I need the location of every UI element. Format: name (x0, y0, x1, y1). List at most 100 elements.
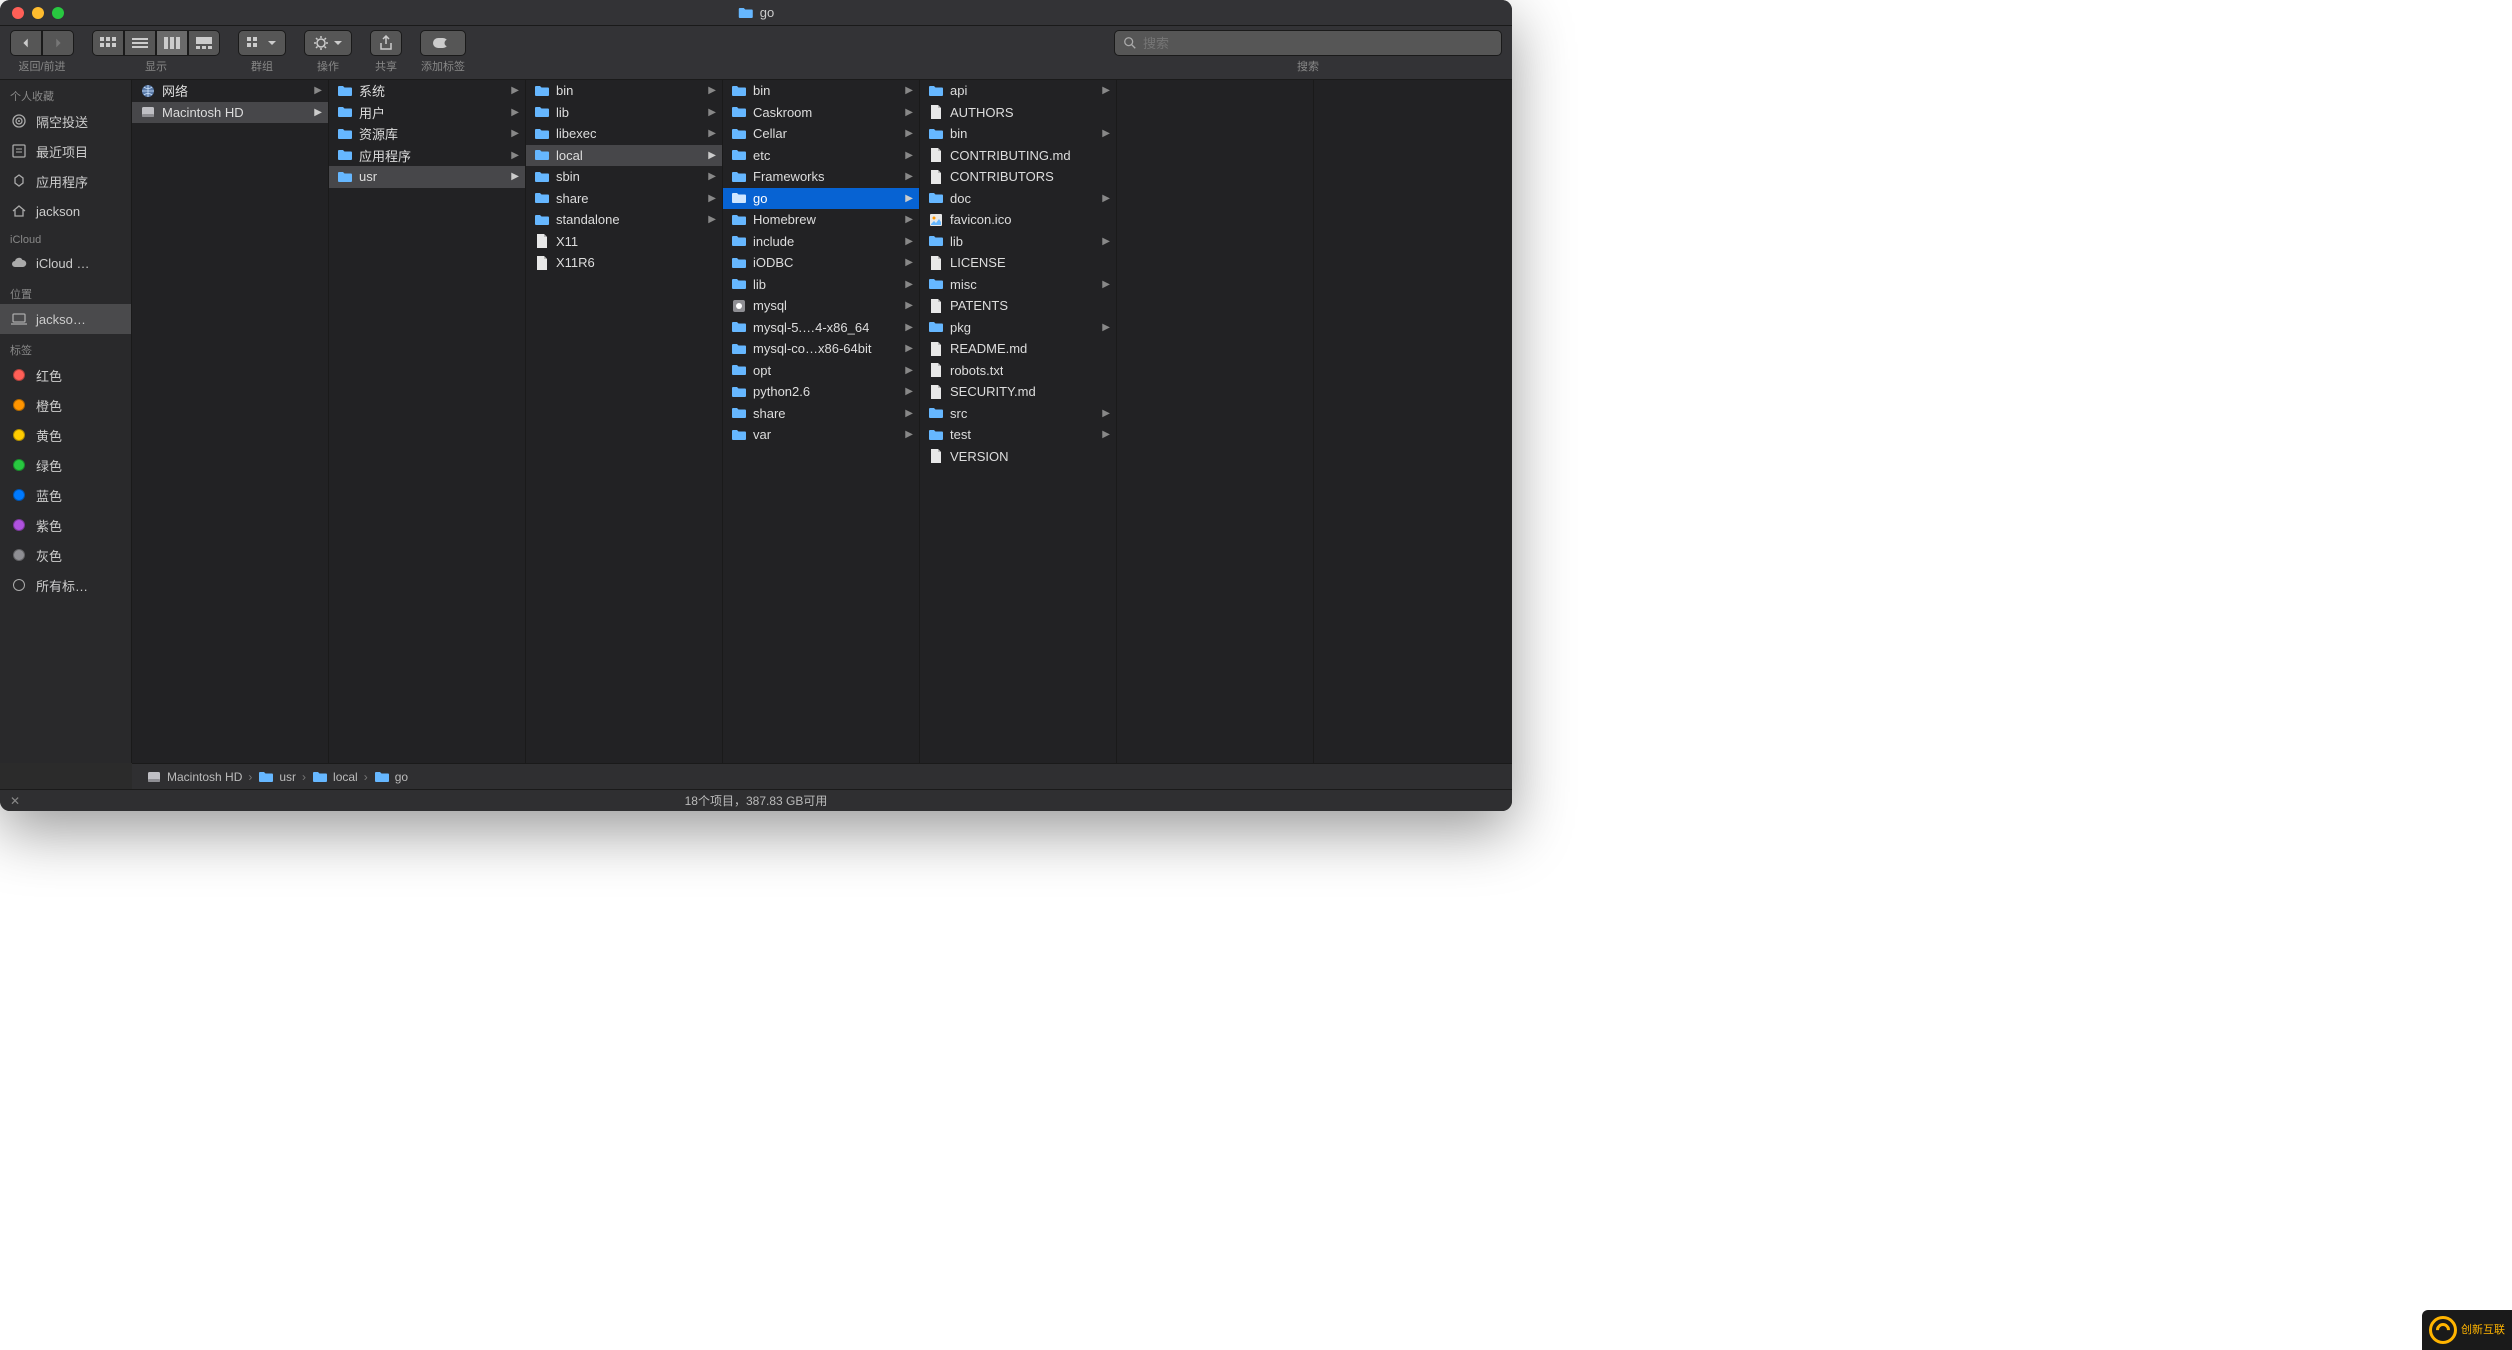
file-row[interactable]: Homebrew▶ (723, 209, 919, 231)
sidebar-item[interactable]: 所有标… (0, 570, 131, 600)
file-row[interactable]: etc▶ (723, 145, 919, 167)
sidebar-item[interactable]: 绿色 (0, 450, 131, 480)
file-row[interactable]: local▶ (526, 145, 722, 167)
file-row[interactable]: 网络▶ (132, 80, 328, 102)
file-row[interactable]: bin▶ (526, 80, 722, 102)
file-row[interactable]: bin▶ (920, 123, 1116, 145)
file-row[interactable]: lib▶ (526, 102, 722, 124)
file-row[interactable]: iODBC▶ (723, 252, 919, 274)
file-row[interactable]: include▶ (723, 231, 919, 253)
file-row[interactable]: python2.6▶ (723, 381, 919, 403)
sidebar-item[interactable]: 紫色 (0, 510, 131, 540)
file-row[interactable]: X11 (526, 231, 722, 253)
file-row[interactable]: Frameworks▶ (723, 166, 919, 188)
column[interactable]: 系统▶用户▶资源库▶应用程序▶usr▶ (329, 80, 526, 763)
file-row[interactable]: share▶ (526, 188, 722, 210)
view-list-button[interactable] (124, 30, 156, 56)
file-row[interactable]: test▶ (920, 424, 1116, 446)
search-input[interactable] (1143, 36, 1493, 51)
file-row[interactable]: README.md (920, 338, 1116, 360)
file-row[interactable]: 资源库▶ (329, 123, 525, 145)
minimize-button[interactable] (32, 7, 44, 19)
file-row[interactable]: SECURITY.md (920, 381, 1116, 403)
file-row[interactable]: misc▶ (920, 274, 1116, 296)
sidebar-item[interactable]: 最近项目 (0, 136, 131, 166)
file-row[interactable]: 系统▶ (329, 80, 525, 102)
column[interactable]: bin▶Caskroom▶Cellar▶etc▶Frameworks▶go▶Ho… (723, 80, 920, 763)
file-row[interactable]: libexec▶ (526, 123, 722, 145)
file-row[interactable]: mysql-5.…4-x86_64▶ (723, 317, 919, 339)
column[interactable]: bin▶lib▶libexec▶local▶sbin▶share▶standal… (526, 80, 723, 763)
forward-button[interactable] (42, 30, 74, 56)
column[interactable]: 网络▶Macintosh HD▶ (132, 80, 329, 763)
path-segment[interactable]: local (312, 769, 358, 785)
file-row[interactable]: lib▶ (920, 231, 1116, 253)
file-row[interactable]: share▶ (723, 403, 919, 425)
sidebar-item[interactable]: 隔空投送 (0, 106, 131, 136)
view-icon-button[interactable] (92, 30, 124, 56)
file-row[interactable]: Caskroom▶ (723, 102, 919, 124)
file-row[interactable]: CONTRIBUTORS (920, 166, 1116, 188)
column[interactable] (1117, 80, 1314, 763)
sidebar-item[interactable]: jackso… (0, 304, 131, 334)
file-row[interactable]: AUTHORS (920, 102, 1116, 124)
group-button[interactable] (238, 30, 286, 56)
file-row[interactable]: X11R6 (526, 252, 722, 274)
file-row[interactable]: src▶ (920, 403, 1116, 425)
action-button[interactable] (304, 30, 352, 56)
file-row[interactable]: 用户▶ (329, 102, 525, 124)
search-field[interactable] (1114, 30, 1502, 56)
nav-group: 返回/前进 (10, 30, 74, 74)
column[interactable]: api▶AUTHORSbin▶CONTRIBUTING.md CONTRIBUTO… (920, 80, 1117, 763)
file-row[interactable]: usr▶ (329, 166, 525, 188)
file-row[interactable]: standalone▶ (526, 209, 722, 231)
sidebar-item[interactable]: jackson (0, 196, 131, 226)
file-row[interactable]: robots.txt (920, 360, 1116, 382)
sidebar-item[interactable]: 应用程序 (0, 166, 131, 196)
sidebar-item[interactable]: 蓝色 (0, 480, 131, 510)
file-name: CONTRIBUTORS (950, 169, 1054, 184)
file-row[interactable]: pkg▶ (920, 317, 1116, 339)
path-segment[interactable]: go (374, 769, 408, 785)
file-name: 用户 (359, 103, 385, 122)
folder-icon (731, 83, 747, 99)
file-row[interactable]: Cellar▶ (723, 123, 919, 145)
path-segment[interactable]: usr (258, 769, 296, 785)
toolbar: 返回/前进 显示 群组 (0, 26, 1512, 80)
file-row[interactable]: 应用程序▶ (329, 145, 525, 167)
close-button[interactable] (12, 7, 24, 19)
view-column-button[interactable] (156, 30, 188, 56)
file-row[interactable]: PATENTS (920, 295, 1116, 317)
file-row[interactable]: mysql▶ (723, 295, 919, 317)
status-toggle-icon[interactable]: ✕ (10, 794, 20, 808)
file-row[interactable]: favicon.ico (920, 209, 1116, 231)
chevron-right-icon: ▶ (1102, 279, 1110, 290)
file-row[interactable]: go▶ (723, 188, 919, 210)
file-row[interactable]: LICENSE (920, 252, 1116, 274)
view-gallery-button[interactable] (188, 30, 220, 56)
file-row[interactable]: var▶ (723, 424, 919, 446)
file-row[interactable]: CONTRIBUTING.md (920, 145, 1116, 167)
sidebar-item[interactable]: iCloud … (0, 248, 131, 278)
file-row[interactable]: lib▶ (723, 274, 919, 296)
file-row[interactable]: api▶ (920, 80, 1116, 102)
back-button[interactable] (10, 30, 42, 56)
file-row[interactable]: bin▶ (723, 80, 919, 102)
sidebar-item[interactable]: 橙色 (0, 390, 131, 420)
sysfolder-icon (337, 83, 353, 99)
file-row[interactable]: opt▶ (723, 360, 919, 382)
share-button[interactable] (370, 30, 402, 56)
file-row[interactable]: doc▶ (920, 188, 1116, 210)
file-row[interactable]: VERSION (920, 446, 1116, 468)
file-row[interactable]: Macintosh HD▶ (132, 102, 328, 124)
sidebar-item[interactable]: 黄色 (0, 420, 131, 450)
file-row[interactable]: sbin▶ (526, 166, 722, 188)
zoom-button[interactable] (52, 7, 64, 19)
folder-icon (534, 169, 550, 185)
sidebar-item[interactable]: 灰色 (0, 540, 131, 570)
edit-tags-button[interactable] (420, 30, 466, 56)
group-label: 群组 (251, 58, 273, 74)
path-segment[interactable]: Macintosh HD (146, 769, 242, 785)
file-row[interactable]: mysql-co…x86-64bit▶ (723, 338, 919, 360)
sidebar-item[interactable]: 红色 (0, 360, 131, 390)
